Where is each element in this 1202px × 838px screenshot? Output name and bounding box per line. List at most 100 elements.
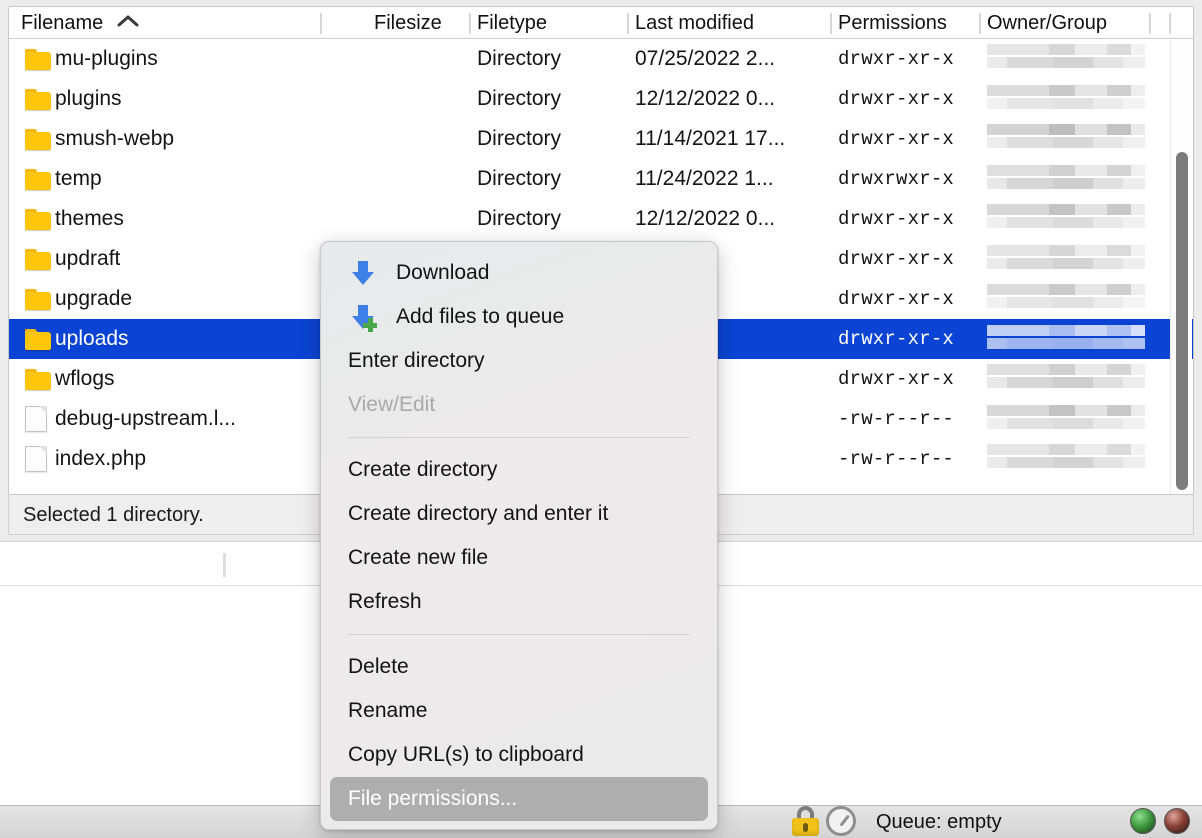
menu-item-create-directory-and-enter-it[interactable]: Create directory and enter it: [321, 492, 717, 536]
lock-icon[interactable]: [791, 806, 821, 836]
green-light-icon: [1130, 808, 1156, 834]
cell-filename: upgrade: [55, 279, 132, 319]
menu-item-create-directory[interactable]: Create directory: [321, 448, 717, 492]
folder-icon: [25, 369, 51, 390]
menu-item-label: Enter directory: [348, 349, 485, 372]
menu-item-label: Delete: [348, 655, 409, 678]
menu-item-label: Download: [396, 261, 489, 284]
file-icon: [25, 409, 51, 430]
menu-item-rename[interactable]: Rename: [321, 689, 717, 733]
folder-icon: [25, 249, 51, 270]
menu-item-refresh[interactable]: Refresh: [321, 580, 717, 624]
cell-owner-group-redacted: [987, 244, 1145, 274]
cell-filename: debug-upstream.l...: [55, 399, 236, 439]
table-row[interactable]: pluginsDirectory12/12/2022 0...drwxr-xr-…: [9, 79, 1193, 119]
menu-item-label: Create directory and enter it: [348, 502, 608, 525]
folder-icon: [25, 209, 51, 230]
folder-icon: [25, 129, 51, 150]
cell-last-modified: 11/14/2021 17...: [635, 119, 785, 159]
menu-item-label: Refresh: [348, 590, 422, 613]
cell-filename: wflogs: [55, 359, 115, 399]
column-header-filename[interactable]: Filename: [21, 7, 139, 39]
cell-permissions: drwxr-xr-x: [838, 119, 954, 159]
sort-ascending-icon: [117, 6, 139, 37]
download-arrow-icon: [348, 261, 378, 287]
cell-owner-group-redacted: [987, 324, 1145, 354]
red-light-icon: [1164, 808, 1190, 834]
status-bar-text: Selected 1 directory.: [23, 495, 204, 535]
menu-item-enter-directory[interactable]: Enter directory: [321, 339, 717, 383]
column-header-owner-group[interactable]: Owner/Group: [987, 7, 1107, 39]
menu-item-file-permissions[interactable]: File permissions...: [330, 777, 708, 821]
cell-filename: plugins: [55, 79, 122, 119]
table-row[interactable]: smush-webp Directory 11/14/2021 17... drwxr…: [9, 119, 1193, 159]
folder-icon: [25, 169, 51, 190]
cell-filename: smush-webp: [55, 119, 174, 159]
cell-filename: themes: [55, 199, 124, 239]
menu-item-label: Add files to queue: [396, 305, 564, 328]
queue-column-divider[interactable]: [223, 553, 226, 577]
cell-filetype: Directory: [477, 199, 561, 239]
column-header-filetype[interactable]: Filetype: [477, 7, 547, 39]
speedometer-icon[interactable]: [826, 806, 856, 836]
cell-owner-group-redacted: [987, 124, 1145, 154]
menu-item-delete[interactable]: Delete: [321, 645, 717, 689]
menu-item-copy-url-s-to-clipboard[interactable]: Copy URL(s) to clipboard: [321, 733, 717, 777]
cell-permissions: drwxr-xr-x: [838, 239, 954, 279]
cell-owner-group-redacted: [987, 204, 1145, 234]
column-header-filename-label: Filename: [21, 12, 103, 34]
menu-item-label: File permissions...: [348, 787, 517, 810]
menu-item-add-files-to-queue[interactable]: Add files to queue: [321, 295, 717, 339]
cell-last-modified: 07/25/2022 2...: [635, 39, 775, 79]
column-divider[interactable]: [1169, 13, 1171, 34]
cell-filename: updraft: [55, 239, 120, 279]
cell-owner-group-redacted: [987, 284, 1145, 314]
menu-item-create-new-file[interactable]: Create new file: [321, 536, 717, 580]
column-divider[interactable]: [320, 13, 322, 34]
cell-owner-group-redacted: [987, 364, 1145, 394]
column-divider[interactable]: [469, 13, 471, 34]
column-divider[interactable]: [979, 13, 981, 34]
table-row[interactable]: themes Directory 12/12/2022 0... drwxr-xr-x: [9, 199, 1193, 239]
cell-permissions: drwxrwxr-x: [838, 159, 954, 199]
cell-filetype: Directory: [477, 159, 561, 199]
scrollbar-thumb[interactable]: [1176, 152, 1188, 490]
cell-filetype: Directory: [477, 39, 561, 79]
file-context-menu[interactable]: Download Add files to queue Enter director…: [320, 241, 718, 830]
menu-separator: [348, 437, 690, 438]
cell-owner-group-redacted: [987, 84, 1145, 114]
menu-item-label: Rename: [348, 699, 427, 722]
column-header-last-modified[interactable]: Last modified: [635, 7, 754, 39]
column-divider[interactable]: [830, 13, 832, 34]
folder-icon: [25, 49, 51, 70]
cell-owner-group-redacted: [987, 404, 1145, 434]
cell-owner-group-redacted: [987, 44, 1145, 74]
column-header-filesize[interactable]: Filesize: [374, 7, 442, 39]
column-header-permissions[interactable]: Permissions: [838, 7, 947, 39]
cell-permissions: drwxr-xr-x: [838, 199, 954, 239]
menu-separator: [348, 634, 690, 635]
cell-owner-group-redacted: [987, 164, 1145, 194]
folder-icon: [25, 329, 51, 350]
file-icon: [25, 449, 51, 470]
menu-item-label: Copy URL(s) to clipboard: [348, 743, 584, 766]
cell-last-modified: 12/12/2022 0...: [635, 79, 775, 119]
cell-filetype: Directory: [477, 79, 561, 119]
filezilla-window: Filename Filesize Filetype Last modified…: [0, 0, 1202, 838]
queue-status-text: Queue: empty: [876, 806, 1002, 838]
column-divider[interactable]: [627, 13, 629, 34]
cell-last-modified: 12/12/2022 0...: [635, 199, 775, 239]
cell-filename: index.php: [55, 439, 146, 479]
table-row[interactable]: mu-pluginsDirectory07/25/2022 2...drwxr-…: [9, 39, 1193, 79]
column-divider[interactable]: [1149, 13, 1151, 34]
file-list-vertical-scrollbar[interactable]: [1170, 40, 1192, 494]
menu-item-label: Create directory: [348, 458, 497, 481]
menu-item-download[interactable]: Download: [321, 251, 717, 295]
menu-item-label: Create new file: [348, 546, 488, 569]
file-list-column-header: Filename Filesize Filetype Last modified…: [9, 7, 1193, 39]
table-row[interactable]: tempDirectory11/24/2022 1...drwxrwxr-x: [9, 159, 1193, 199]
add-to-queue-icon: [348, 305, 378, 331]
lock-keyhole: [803, 823, 808, 832]
cell-filename: mu-plugins: [55, 39, 158, 79]
cell-filetype: Directory: [477, 119, 561, 159]
